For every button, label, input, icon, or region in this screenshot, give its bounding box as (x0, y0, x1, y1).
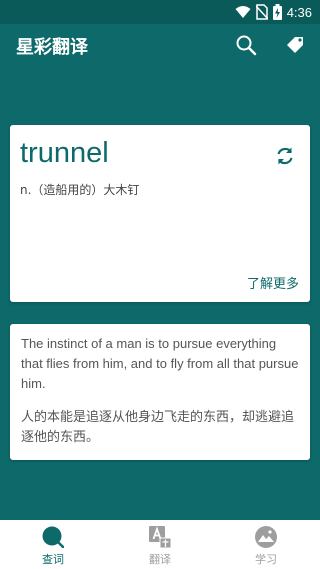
tag-icon (287, 37, 303, 53)
word-card: trunnel n.（造船用的）大木钉 了解更多 (10, 125, 310, 302)
tag-button[interactable] (284, 33, 308, 57)
search-button[interactable] (234, 33, 258, 57)
no-sim-icon (255, 4, 268, 20)
learn-more-link[interactable]: 了解更多 (247, 273, 299, 292)
translate-icon (149, 526, 171, 548)
battery-charging-icon (272, 4, 282, 20)
nav-label-lookup: 查词 (42, 553, 64, 566)
word-title: trunnel (20, 137, 109, 169)
nav-item-translate[interactable]: 翻译 (107, 520, 213, 569)
wifi-icon (235, 6, 251, 18)
status-time: 4:36 (286, 4, 312, 20)
refresh-button[interactable] (274, 145, 296, 167)
nav-item-lookup[interactable]: 查词 (0, 520, 106, 569)
app-bar: 星彩翻译 (0, 24, 320, 66)
nav-item-study[interactable]: 学习 (213, 520, 319, 569)
quote-chinese: 人的本能是追逐从他身边飞走的东西，却逃避追逐他的东西。 (21, 410, 295, 445)
landscape-icon (255, 526, 277, 548)
app-title: 星彩翻译 (16, 37, 88, 58)
search-icon (236, 35, 257, 56)
nav-label-study: 学习 (255, 553, 277, 566)
word-definition: n.（造船用的）大木钉 (20, 183, 140, 197)
quote-card: The instinct of a man is to pursue every… (10, 324, 310, 460)
nav-label-translate: 翻译 (149, 553, 171, 566)
search-icon (42, 526, 64, 548)
quote-english: The instinct of a man is to pursue every… (21, 336, 299, 391)
refresh-icon (277, 147, 293, 165)
status-bar: 4:36 (0, 0, 320, 24)
status-icons: 4:36 (235, 3, 312, 21)
bottom-nav: 查词 翻译 学习 (0, 520, 320, 569)
